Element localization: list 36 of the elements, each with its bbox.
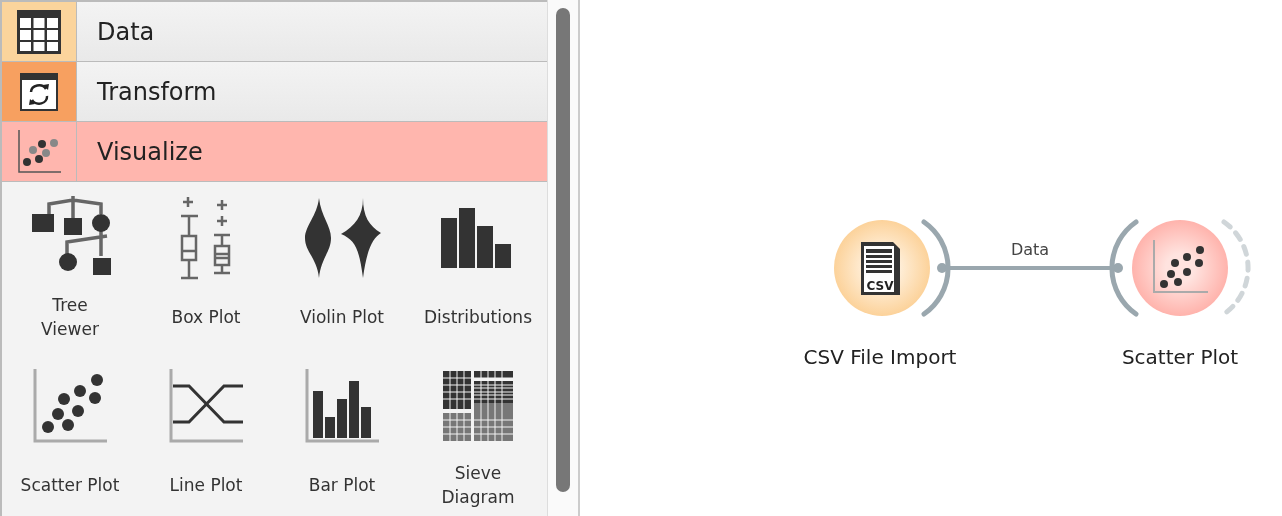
line-chart-icon	[169, 369, 243, 443]
category-header[interactable]: Transform	[2, 62, 548, 122]
category-header[interactable]: Data	[2, 2, 548, 62]
widget-tile[interactable]: Violin Plot	[274, 188, 410, 356]
mosaic-grid-icon	[443, 371, 513, 441]
category-label: Transform	[97, 77, 217, 106]
node-label: Scatter Plot	[1121, 345, 1239, 369]
csv-file-icon: CSV	[861, 242, 900, 295]
widget-tile[interactable]: Scatter Plot	[2, 356, 138, 516]
category-label: Data	[97, 17, 155, 46]
widget-label: Box Plot	[171, 306, 241, 329]
widget-tile[interactable]: Sieve Diagram	[410, 356, 546, 516]
scatter-plot-icon	[17, 129, 61, 174]
scatter-plot-node[interactable]	[1109, 219, 1251, 317]
category-header[interactable]: Visualize	[2, 122, 548, 182]
refresh-icon	[19, 71, 59, 112]
table-icon	[16, 8, 62, 55]
widget-tile[interactable]: Tree Viewer	[2, 188, 138, 356]
widget-label: Bar Plot	[308, 474, 376, 497]
link-label: Data	[1010, 240, 1050, 259]
scatter-plot-icon	[33, 369, 107, 443]
bar-chart-icon	[305, 369, 379, 443]
widget-label: Violin Plot	[299, 306, 384, 329]
widget-label: Tree Viewer	[41, 294, 99, 341]
widget-tile[interactable]: Bar Plot	[274, 356, 410, 516]
widget-label: Scatter Plot	[20, 474, 120, 497]
widget-label: Distributions	[423, 306, 532, 329]
scrollbar-thumb[interactable]	[556, 8, 570, 492]
node-label: CSV File Import	[803, 345, 957, 369]
scatter-plot-icon	[1153, 239, 1209, 293]
widget-tile[interactable]: Box Plot	[138, 188, 274, 356]
widget-label: Line Plot	[169, 474, 243, 497]
widget-label: Sieve Diagram	[441, 462, 515, 509]
widget-tile[interactable]: Line Plot	[138, 356, 274, 516]
widget-tile[interactable]: Distributions	[410, 188, 546, 356]
category-label: Visualize	[97, 137, 203, 166]
